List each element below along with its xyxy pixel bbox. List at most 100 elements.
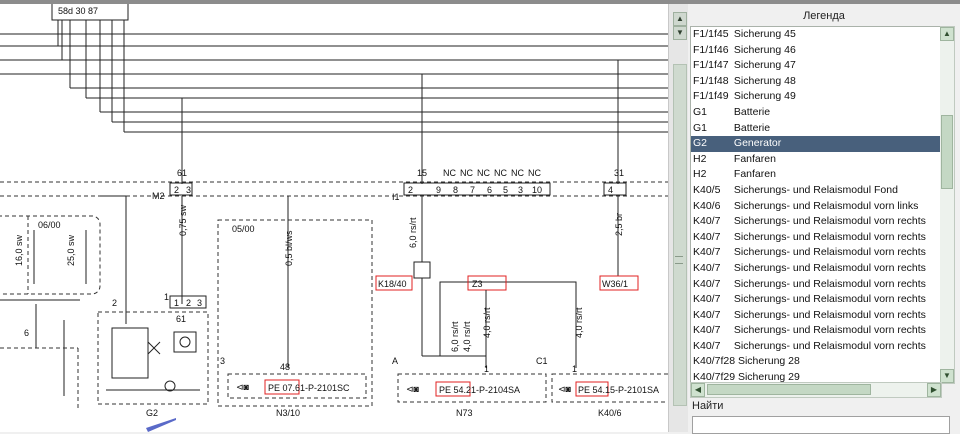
- svg-text:⊲◙: ⊲◙: [406, 384, 420, 394]
- legend-item-code: F1/1f45: [693, 28, 729, 40]
- legend-item[interactable]: K40/7 Sicherungs- und Relaismodul vorn r…: [691, 277, 941, 293]
- svg-text:3: 3: [197, 298, 202, 308]
- svg-text:5: 5: [503, 185, 508, 195]
- legend-item-code: K40/7: [693, 324, 721, 337]
- svg-text:6,0 rs/rt: 6,0 rs/rt: [408, 217, 418, 248]
- legend-title: Легенда: [803, 10, 845, 22]
- legend-item-description: Sicherungs- und Relaismodul vorn rechts: [733, 277, 926, 290]
- wiring-diagram: 58d 30 87 61 15 31 NC NC NC NC NC NC M2 …: [0, 4, 668, 432]
- svg-text:4,0 rs/rt: 4,0 rs/rt: [482, 307, 492, 338]
- legend-item-description: Sicherungs- und Relaismodul vorn rechts: [733, 215, 926, 228]
- legend-item[interactable]: F1/1f46 Sicherung 46: [691, 43, 941, 59]
- legend-item-code: K40/6: [693, 199, 721, 212]
- legend-item-description: Sicherungs- und Relaismodul vorn rechts: [733, 324, 926, 337]
- splitter-grip-icon[interactable]: [675, 256, 683, 264]
- legend-item[interactable]: K40/7 Sicherungs- und Relaismodul vorn r…: [691, 245, 941, 261]
- label-k406: K40/6: [598, 408, 622, 418]
- connector-m2-label: M2: [152, 191, 165, 201]
- legend-vertical-thumb[interactable]: [941, 115, 953, 189]
- legend-item[interactable]: F1/1f48 Sicherung 48: [691, 74, 941, 90]
- legend-scroll-right-button[interactable]: ▶: [927, 383, 941, 397]
- svg-text:2,5 br: 2,5 br: [614, 213, 624, 236]
- svg-text:8: 8: [453, 185, 458, 195]
- legend-panel: Легенда F1/1f45 Sicherung 45 F1/1f46 Sich…: [688, 4, 960, 434]
- legend-item[interactable]: K40/7 Sicherungs- und Relaismodul vorn r…: [691, 292, 941, 308]
- legend-item[interactable]: H2 Fanfaren: [691, 152, 941, 168]
- legend-item-code: K40/5: [693, 183, 721, 196]
- svg-text:1: 1: [484, 364, 489, 374]
- splitter-scroll-down-button[interactable]: ▼: [673, 26, 687, 40]
- legend-item-description: Sicherung 49: [733, 90, 796, 103]
- svg-text:15: 15: [417, 168, 427, 178]
- svg-text:05/00: 05/00: [232, 224, 255, 234]
- legend-item[interactable]: F1/1f47 Sicherung 47: [691, 58, 941, 74]
- label-n73: N73: [456, 408, 473, 418]
- legend-item-description: Sicherungs- und Relaismodul vorn rechts: [733, 339, 926, 352]
- find-input[interactable]: [692, 416, 950, 434]
- legend-item[interactable]: K40/7f28 Sicherung 28: [691, 354, 941, 370]
- legend-item-description: Sicherung 46: [733, 43, 796, 56]
- svg-text:W36/1: W36/1: [602, 279, 628, 289]
- legend-item-code: F1/1f48: [693, 74, 729, 87]
- svg-text:K18/40: K18/40: [378, 279, 407, 289]
- legend-item[interactable]: K40/7 Sicherungs- und Relaismodul vorn r…: [691, 214, 941, 230]
- legend-list[interactable]: F1/1f45 Sicherung 45 F1/1f46 Sicherung 46…: [690, 26, 942, 384]
- legend-scroll-up-button[interactable]: ▲: [940, 27, 954, 41]
- legend-item-code: K40/7: [693, 261, 721, 274]
- svg-text:NC: NC: [477, 168, 490, 178]
- legend-item-code: F1/1f49: [693, 90, 729, 103]
- svg-text:6: 6: [24, 328, 29, 338]
- svg-text:4: 4: [608, 185, 613, 195]
- svg-text:NC: NC: [443, 168, 456, 178]
- legend-item-code: K40/7: [693, 246, 721, 259]
- legend-item-code: F1/1f47: [693, 59, 729, 72]
- svg-text:3: 3: [518, 185, 523, 195]
- legend-item-description: Sicherungs- und Relaismodul Fond: [733, 183, 898, 196]
- legend-item[interactable]: F1/1f45 Sicherung 45: [691, 27, 941, 43]
- legend-item[interactable]: K40/7 Sicherungs- und Relaismodul vorn r…: [691, 323, 941, 339]
- legend-item[interactable]: F1/1f49 Sicherung 49: [691, 89, 941, 105]
- legend-item-code: K40/7: [693, 308, 721, 321]
- svg-text:C1: C1: [536, 356, 548, 366]
- panel-splitter[interactable]: ▲ ▼: [668, 4, 689, 432]
- svg-text:3: 3: [186, 185, 191, 195]
- svg-text:10: 10: [532, 185, 542, 195]
- legend-item-code: K40/7: [693, 215, 721, 228]
- svg-text:⊲◙: ⊲◙: [558, 384, 572, 394]
- legend-horizontal-thumb[interactable]: [707, 384, 871, 395]
- legend-item[interactable]: K40/7 Sicherungs- und Relaismodul vorn r…: [691, 339, 941, 355]
- pe-ref-2: PE 54.21-P-2104SA: [439, 385, 520, 395]
- legend-item[interactable]: G2 Generator: [691, 136, 941, 152]
- legend-item-description: Batterie: [733, 105, 771, 118]
- legend-scroll-left-button[interactable]: ◀: [691, 383, 705, 397]
- legend-item[interactable]: K40/5 Sicherungs- und Relaismodul Fond: [691, 183, 941, 199]
- block-n310: [217, 219, 373, 407]
- legend-item[interactable]: H2 Fanfaren: [691, 167, 941, 183]
- splitter-scroll-up-button[interactable]: ▲: [673, 12, 687, 26]
- legend-vertical-scrollbar[interactable]: ▲ ▼: [940, 26, 955, 384]
- legend-item[interactable]: K40/7 Sicherungs- und Relaismodul vorn r…: [691, 308, 941, 324]
- splitter-thumb[interactable]: [673, 64, 687, 406]
- svg-text:A: A: [392, 356, 398, 366]
- legend-item[interactable]: K40/7 Sicherungs- und Relaismodul vorn r…: [691, 230, 941, 246]
- legend-item-description: Generator: [733, 137, 782, 150]
- label-g2: G2: [146, 408, 158, 418]
- svg-text:06/00: 06/00: [38, 220, 61, 230]
- legend-horizontal-scrollbar[interactable]: ◀ ▶: [690, 382, 942, 398]
- legend-item-code: K40/7f28: [693, 355, 736, 368]
- wiring-diagram-canvas[interactable]: 58d 30 87 61 15 31 NC NC NC NC NC NC M2 …: [0, 4, 668, 432]
- svg-text:3: 3: [220, 356, 225, 366]
- legend-item-code: G2: [693, 137, 708, 150]
- legend-item-description: Sicherungs- und Relaismodul vorn rechts: [733, 308, 926, 321]
- legend-item[interactable]: K40/7 Sicherungs- und Relaismodul vorn r…: [691, 261, 941, 277]
- legend-item[interactable]: K40/6 Sicherungs- und Relaismodul vorn l…: [691, 199, 941, 215]
- legend-item[interactable]: G1 Batterie: [691, 121, 941, 137]
- legend-item[interactable]: G1 Batterie: [691, 105, 941, 121]
- legend-item-code: G1: [693, 121, 708, 134]
- legend-item-description: Fanfaren: [733, 152, 776, 165]
- legend-item-description: Sicherungs- und Relaismodul vorn rechts: [733, 261, 926, 274]
- svg-text:NC: NC: [460, 168, 473, 178]
- legend-item-code: K40/7: [693, 277, 721, 290]
- legend-scroll-down-button[interactable]: ▼: [940, 369, 954, 383]
- legend-item-description: Sicherungs- und Relaismodul vorn rechts: [733, 293, 926, 306]
